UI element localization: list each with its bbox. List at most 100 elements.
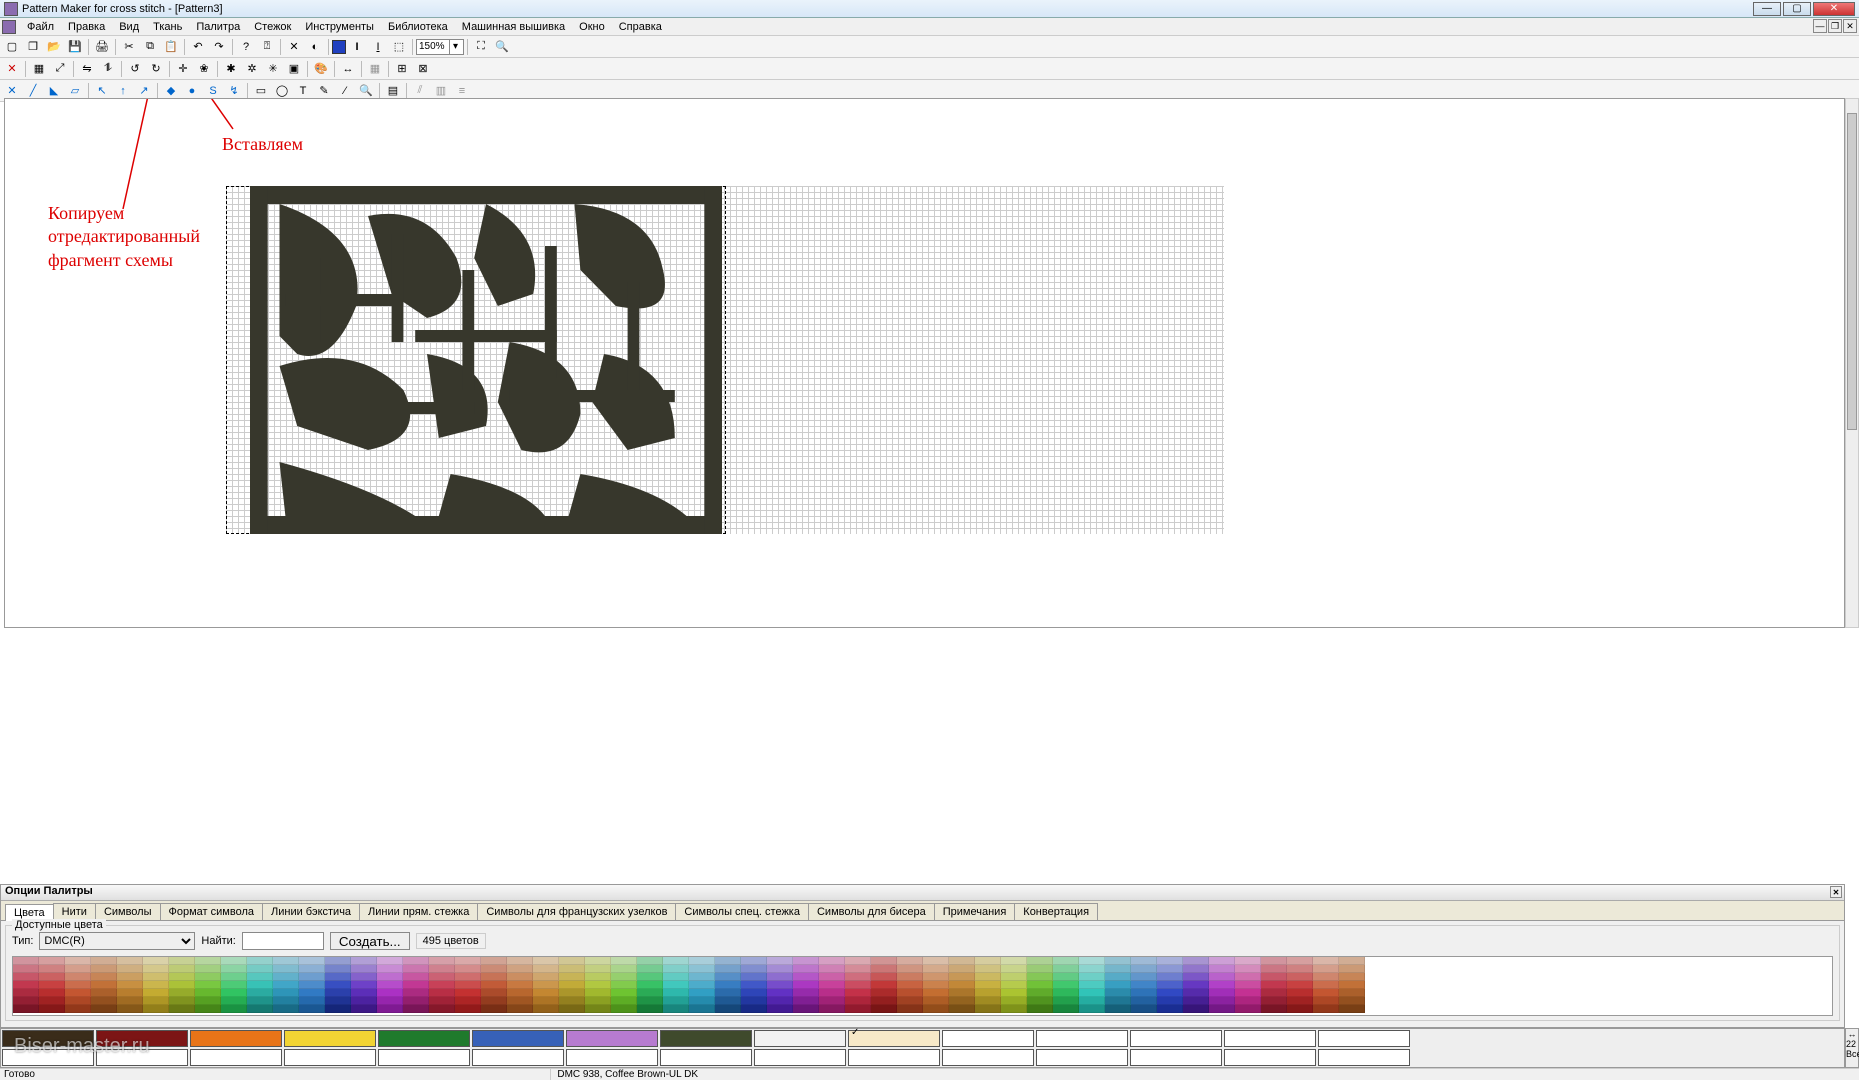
- color-swatch[interactable]: [1313, 965, 1339, 973]
- color-swatch[interactable]: [1105, 981, 1131, 989]
- thread-swatch[interactable]: [96, 1030, 188, 1047]
- menu-ткань[interactable]: Ткань: [146, 20, 189, 34]
- color-swatch[interactable]: [715, 981, 741, 989]
- color-swatch[interactable]: [221, 981, 247, 989]
- rotate-cw-icon[interactable]: ↻: [146, 60, 166, 78]
- color-swatch[interactable]: [299, 973, 325, 981]
- color-swatch[interactable]: [507, 989, 533, 997]
- color-swatch[interactable]: [429, 989, 455, 997]
- color-swatch[interactable]: [1001, 997, 1027, 1005]
- color-swatch[interactable]: [1339, 1005, 1365, 1013]
- stitch-x-icon[interactable]: ✕: [2, 82, 22, 100]
- thread-swatch-empty[interactable]: [190, 1049, 282, 1066]
- fit-icon[interactable]: ⛶: [471, 38, 491, 56]
- color-swatch[interactable]: [117, 1005, 143, 1013]
- maximize-button[interactable]: ▢: [1783, 2, 1811, 16]
- select-rect-icon[interactable]: ▭: [251, 82, 271, 100]
- palette-tab[interactable]: Символы: [95, 903, 161, 920]
- color-swatch[interactable]: [1183, 1005, 1209, 1013]
- color-swatch[interactable]: [1131, 973, 1157, 981]
- copy-icon[interactable]: ⧉: [140, 38, 160, 56]
- color-swatch[interactable]: [1313, 981, 1339, 989]
- color-swatch[interactable]: [793, 965, 819, 973]
- palette-tab[interactable]: Примечания: [934, 903, 1016, 920]
- color-swatch[interactable]: [637, 981, 663, 989]
- color-swatch[interactable]: [1339, 989, 1365, 997]
- palette-tab[interactable]: Формат символа: [160, 903, 263, 920]
- redo-icon[interactable]: ↷: [209, 38, 229, 56]
- thread-swatch[interactable]: [378, 1030, 470, 1047]
- color-swatch[interactable]: [1287, 1005, 1313, 1013]
- asterisk2-icon[interactable]: ✲: [242, 60, 262, 78]
- color-swatch[interactable]: [351, 981, 377, 989]
- s-stitch-icon[interactable]: S: [203, 82, 223, 100]
- color-swatch[interactable]: [325, 989, 351, 997]
- color-swatch[interactable]: [221, 957, 247, 965]
- color-swatch[interactable]: [65, 973, 91, 981]
- color-swatch[interactable]: [1053, 997, 1079, 1005]
- color-swatch[interactable]: [247, 997, 273, 1005]
- delete-icon[interactable]: ✕: [2, 60, 22, 78]
- color-swatch[interactable]: [221, 965, 247, 973]
- color-swatch[interactable]: [1079, 973, 1105, 981]
- color-swatch[interactable]: [611, 1005, 637, 1013]
- color-swatch[interactable]: [975, 1005, 1001, 1013]
- color-swatch[interactable]: [325, 997, 351, 1005]
- color-swatch[interactable]: [533, 957, 559, 965]
- color-swatch[interactable]: [1001, 965, 1027, 973]
- chart-icon[interactable]: ⫽: [410, 82, 430, 100]
- color-swatch[interactable]: [39, 981, 65, 989]
- color-swatch[interactable]: [1287, 973, 1313, 981]
- underline-icon[interactable]: I: [368, 38, 388, 56]
- color-swatch[interactable]: [949, 965, 975, 973]
- color-swatch[interactable]: [325, 965, 351, 973]
- color-swatch[interactable]: [533, 965, 559, 973]
- color-swatch[interactable]: [91, 965, 117, 973]
- color-swatch[interactable]: [39, 957, 65, 965]
- color-swatch[interactable]: [429, 973, 455, 981]
- color-swatch[interactable]: [455, 957, 481, 965]
- color-swatch[interactable]: [117, 965, 143, 973]
- tool-a-icon[interactable]: ▦: [29, 60, 49, 78]
- color-swatch[interactable]: [65, 989, 91, 997]
- color-swatch[interactable]: [247, 965, 273, 973]
- color-swatch[interactable]: [1183, 989, 1209, 997]
- line-ne-icon[interactable]: ↗: [134, 82, 154, 100]
- color-swatch[interactable]: [143, 981, 169, 989]
- color-swatch[interactable]: [429, 1005, 455, 1013]
- color-swatch[interactable]: [1157, 957, 1183, 965]
- color-swatch[interactable]: [1027, 989, 1053, 997]
- color-swatch[interactable]: [715, 1005, 741, 1013]
- thread-swatch-empty[interactable]: [2, 1049, 94, 1066]
- color-swatch[interactable]: [1287, 989, 1313, 997]
- color-swatch[interactable]: [351, 997, 377, 1005]
- color-swatch[interactable]: [1339, 981, 1365, 989]
- color-swatch[interactable]: [1183, 957, 1209, 965]
- color-swatch[interactable]: [819, 997, 845, 1005]
- color-swatch[interactable]: [143, 973, 169, 981]
- color-swatch[interactable]: [741, 1005, 767, 1013]
- color-swatch[interactable]: [1053, 981, 1079, 989]
- color-swatch[interactable]: [741, 957, 767, 965]
- color-swatch[interactable]: [1027, 997, 1053, 1005]
- color-swatch[interactable]: [1131, 997, 1157, 1005]
- color-swatch[interactable]: [1313, 989, 1339, 997]
- color-swatch[interactable]: [273, 981, 299, 989]
- color-swatch[interactable]: [533, 997, 559, 1005]
- color-swatch[interactable]: [689, 965, 715, 973]
- color-swatch[interactable]: [533, 1005, 559, 1013]
- thread-swatch-empty[interactable]: [378, 1049, 470, 1066]
- thread-swatch[interactable]: [660, 1030, 752, 1047]
- color-swatch[interactable]: [117, 981, 143, 989]
- palette-tab[interactable]: Символы для французских узелков: [477, 903, 676, 920]
- color-swatch[interactable]: [871, 973, 897, 981]
- color-swatch[interactable]: [1313, 973, 1339, 981]
- color-swatch[interactable]: [299, 957, 325, 965]
- color-swatch[interactable]: [1001, 981, 1027, 989]
- color-swatch[interactable]: [273, 989, 299, 997]
- color-swatch[interactable]: [897, 973, 923, 981]
- color-swatch[interactable]: [845, 973, 871, 981]
- color-swatch[interactable]: [1209, 981, 1235, 989]
- type-select[interactable]: DMC(R): [39, 932, 195, 950]
- color-swatch[interactable]: [611, 965, 637, 973]
